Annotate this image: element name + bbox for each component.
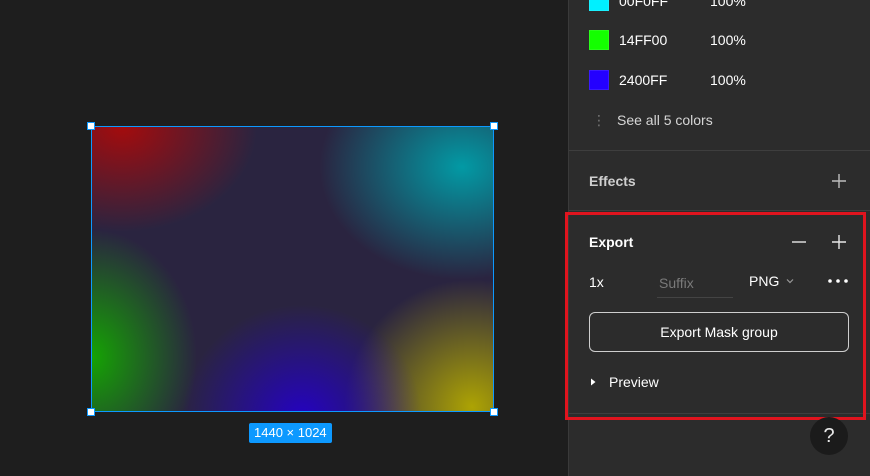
- color-hex[interactable]: 2400FF: [619, 72, 667, 88]
- canvas[interactable]: 1440 × 1024: [0, 0, 568, 476]
- see-all-colors-label: See all 5 colors: [617, 112, 713, 128]
- color-row[interactable]: 2400FF 100%: [589, 69, 746, 91]
- color-hex[interactable]: 00F0FF: [619, 0, 668, 9]
- color-opacity[interactable]: 100%: [710, 32, 746, 48]
- help-button[interactable]: ?: [810, 417, 848, 455]
- color-opacity[interactable]: 100%: [710, 72, 746, 88]
- color-swatch[interactable]: [589, 70, 609, 90]
- color-row[interactable]: 14FF00 100%: [589, 29, 746, 51]
- vertical-dots-icon: ⋮: [592, 111, 606, 128]
- color-swatch[interactable]: [589, 30, 609, 50]
- section-divider: [569, 210, 870, 211]
- section-divider: [569, 150, 870, 151]
- resize-handle-top-right[interactable]: [490, 122, 498, 130]
- resize-handle-top-left[interactable]: [87, 122, 95, 130]
- effects-title: Effects: [589, 173, 636, 189]
- size-badge: 1440 × 1024: [249, 423, 332, 443]
- see-all-colors[interactable]: ⋮ See all 5 colors: [589, 110, 713, 130]
- resize-handle-bottom-right[interactable]: [490, 408, 498, 416]
- color-hex[interactable]: 14FF00: [619, 32, 667, 48]
- add-effect-plus-icon[interactable]: [831, 173, 847, 189]
- color-opacity[interactable]: 100%: [710, 0, 746, 9]
- color-row[interactable]: 00F0FF 100%: [589, 0, 746, 12]
- resize-handle-bottom-left[interactable]: [87, 408, 95, 416]
- mask-group-frame[interactable]: [91, 126, 494, 412]
- color-swatch[interactable]: [589, 0, 609, 11]
- help-icon: ?: [823, 424, 835, 447]
- export-highlight-box: [565, 212, 866, 420]
